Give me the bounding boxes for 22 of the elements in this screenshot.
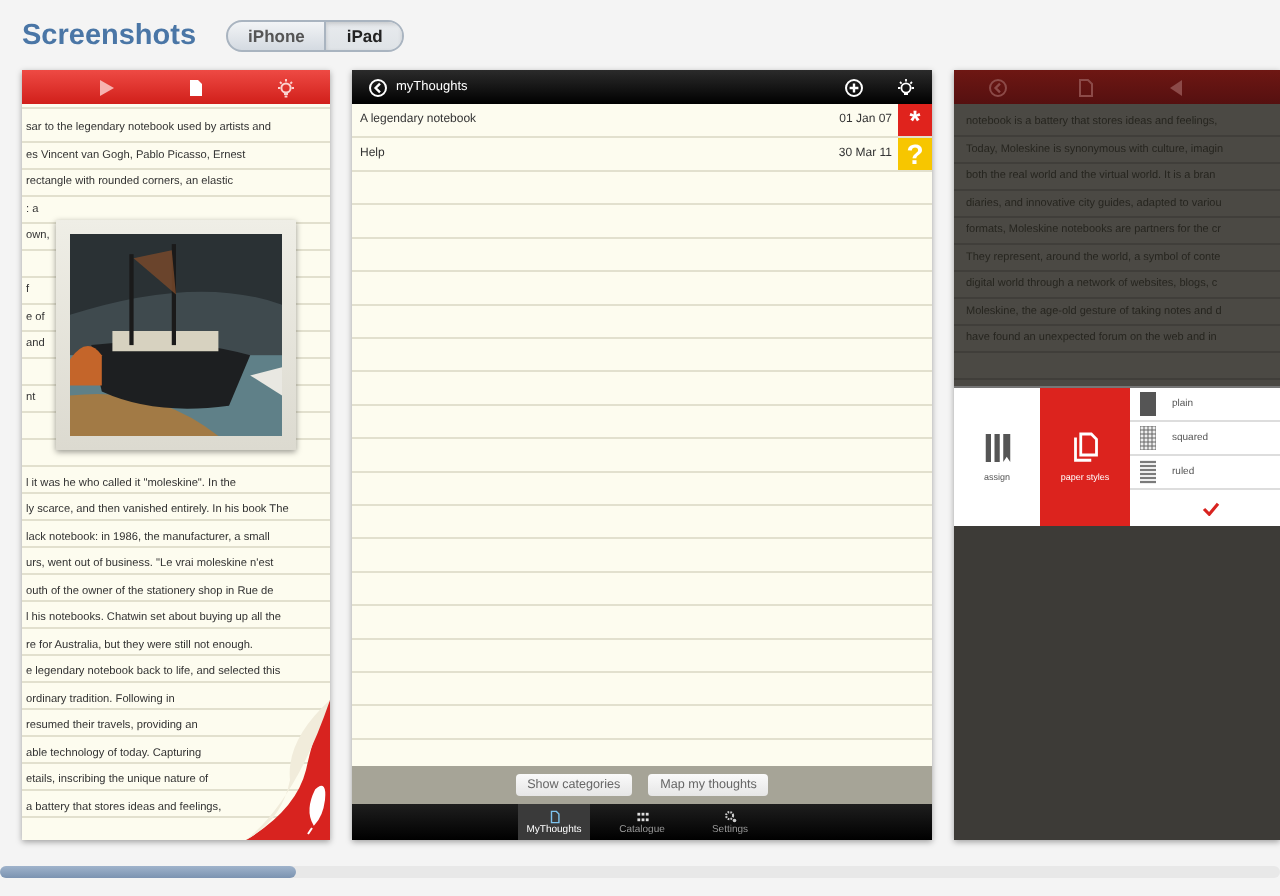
document-icon [547, 809, 561, 823]
scrollbar-thumb[interactable] [0, 866, 296, 878]
section-title: Screenshots [22, 19, 197, 51]
add-icon[interactable] [844, 77, 864, 97]
plain-page-icon [1140, 392, 1156, 416]
ruled-page-icon [1140, 460, 1156, 484]
document-icon[interactable] [185, 77, 206, 97]
back-arrow-icon[interactable] [1165, 77, 1186, 97]
grid-icon [635, 809, 649, 823]
bookmarks-icon [983, 432, 1011, 464]
play-icon[interactable] [96, 77, 117, 97]
squared-page-icon [1140, 426, 1156, 450]
scrollbar[interactable] [0, 866, 1280, 878]
page-curl-drawing[interactable] [246, 700, 330, 840]
category-tile: ? [898, 138, 932, 170]
category-tile: * [898, 104, 932, 136]
device-tab[interactable]: iPad [324, 21, 403, 49]
checkmark-icon[interactable] [1201, 501, 1219, 515]
document-icon[interactable] [1076, 77, 1097, 97]
settings-icon [723, 809, 737, 823]
device-tab[interactable]: iPhone [228, 21, 325, 49]
pages-icon [1071, 432, 1099, 464]
